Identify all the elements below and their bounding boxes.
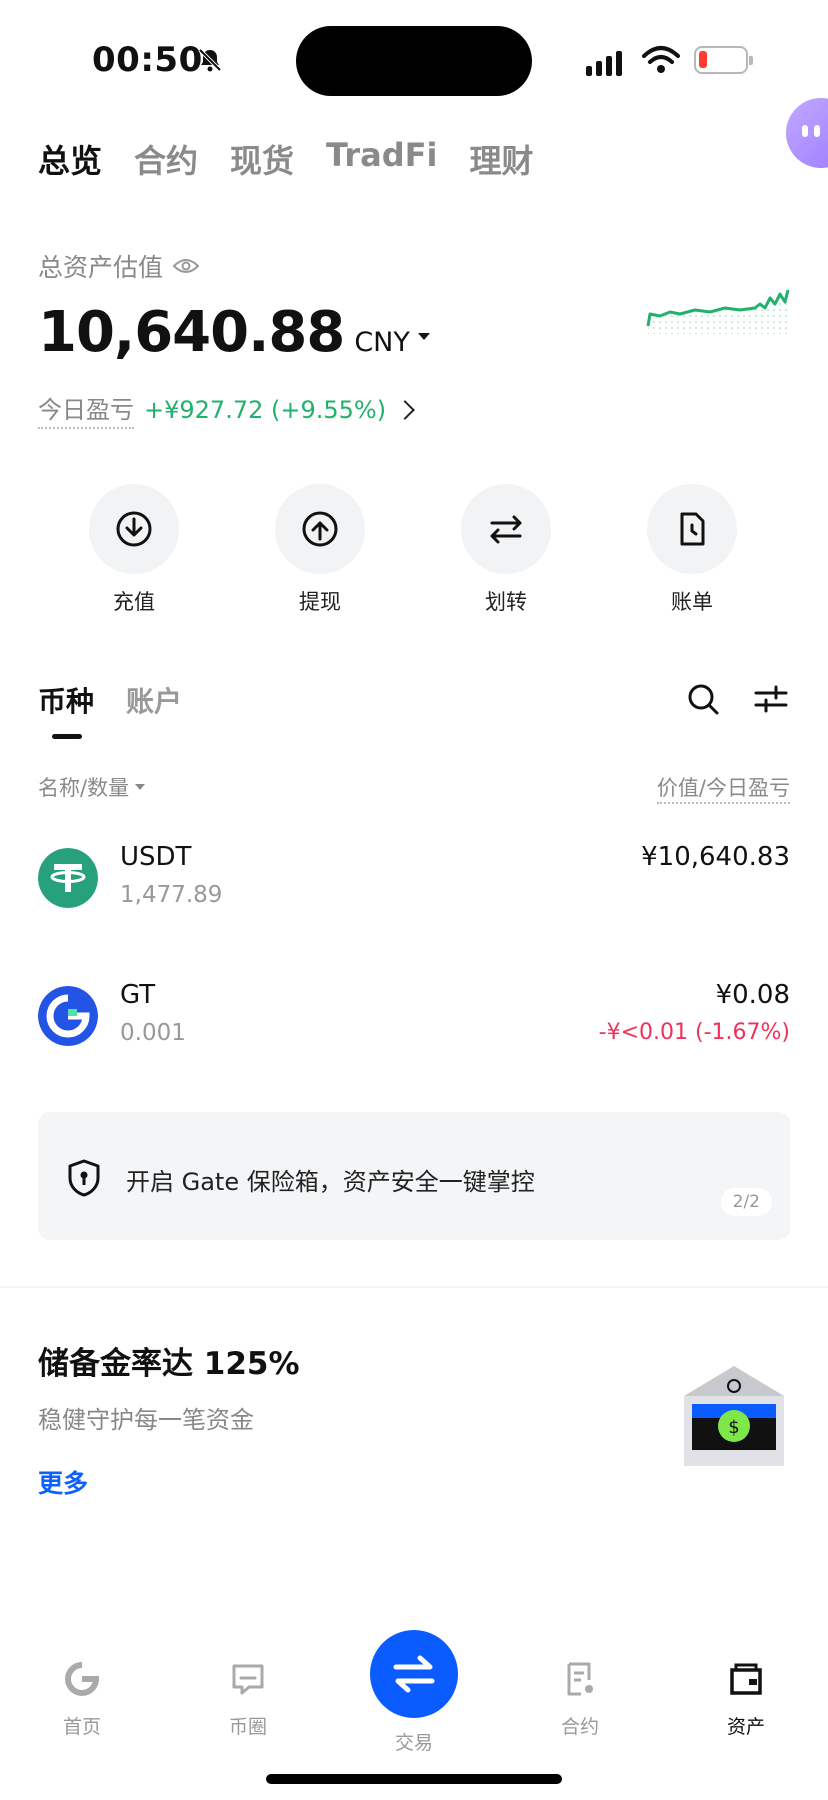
list-item-gt[interactable]: GT 0.001 ¥0.08 -¥<0.01 (-1.67%): [38, 980, 790, 1070]
total-assets-value: 10,640.88: [38, 300, 345, 365]
wallet-icon: [730, 1663, 762, 1695]
coin-quantity: 0.001: [120, 1020, 186, 1046]
tab-accounts[interactable]: 账户: [126, 680, 182, 720]
tab-coins[interactable]: 币种: [38, 680, 94, 720]
sort-value-pnl[interactable]: 价值/今日盈亏: [656, 772, 790, 804]
transfer-arrows-icon: [461, 484, 551, 574]
coin-quantity: 1,477.89: [120, 882, 223, 908]
tab-futures[interactable]: 合约: [134, 136, 198, 182]
total-assets: 10,640.88 CNY: [38, 300, 430, 365]
reserve-ratio-subtitle: 稳健守护每一笔资金: [38, 1406, 254, 1434]
chat-icon: [232, 1664, 264, 1695]
transfer-button[interactable]: 划转: [446, 484, 566, 616]
currency-selector[interactable]: CNY: [354, 327, 410, 358]
usdt-logo-icon: [38, 848, 98, 908]
withdraw-button[interactable]: 提现: [260, 484, 380, 616]
sort-name-quantity[interactable]: 名称/数量: [38, 772, 146, 802]
tab-overview[interactable]: 总览: [38, 136, 102, 182]
asset-trend-sparkline: [646, 289, 790, 334]
banner-text: 开启 Gate 保险箱，资产安全一键掌控: [126, 1168, 535, 1196]
coin-value: ¥0.08: [715, 980, 790, 1010]
status-bar: 00:50: [0, 0, 828, 110]
caret-down-icon[interactable]: [417, 333, 430, 340]
top-tabs: 总览 合约 现货 TradFi 理财: [38, 136, 533, 182]
swap-arrows-icon: [393, 1655, 435, 1693]
battery-icon: [694, 46, 753, 74]
gt-logo-icon: [38, 986, 98, 1046]
wifi-icon: [642, 46, 680, 73]
bank-vault-icon: $: [684, 1366, 784, 1466]
home-logo-icon: [65, 1662, 100, 1696]
section-divider: [0, 1286, 828, 1288]
shield-lock-icon: [68, 1159, 100, 1197]
search-icon[interactable]: [686, 682, 720, 716]
today-pnl-label: 今日盈亏: [38, 390, 134, 429]
banner-pager: 2/2: [720, 1188, 772, 1216]
svg-text:$: $: [728, 1417, 739, 1438]
download-icon: [89, 484, 179, 574]
deposit-button[interactable]: 充值: [74, 484, 194, 616]
nav-home[interactable]: 首页: [32, 1660, 132, 1739]
nav-assets[interactable]: 资产: [696, 1660, 796, 1739]
nav-community[interactable]: 币圈: [198, 1660, 298, 1739]
total-assets-label: 总资产估值: [38, 248, 200, 284]
nav-futures[interactable]: 合约: [530, 1660, 630, 1739]
tab-tradfi[interactable]: TradFi: [326, 136, 437, 182]
nav-trade-label: 交易: [394, 1732, 433, 1754]
list-item-usdt[interactable]: USDT 1,477.89 ¥10,640.83: [38, 842, 790, 932]
chevron-right-icon: [395, 399, 415, 420]
holdings-tabs: 币种 账户: [38, 680, 182, 720]
coin-pnl: -¥<0.01 (-1.67%): [598, 1020, 790, 1045]
tab-spot[interactable]: 现货: [230, 136, 294, 182]
bottom-navigation: 首页 币圈 交易 合约 资产: [0, 1630, 828, 1754]
document-clock-icon: [647, 484, 737, 574]
dynamic-island: [296, 26, 532, 96]
coin-symbol: GT: [120, 980, 156, 1010]
nav-trade-button[interactable]: [370, 1630, 458, 1718]
bell-off-icon: [198, 48, 222, 72]
coin-value: ¥10,640.83: [641, 842, 790, 872]
today-pnl[interactable]: 今日盈亏 +¥927.72 (+9.55%): [38, 390, 415, 429]
vault-promo-banner[interactable]: 开启 Gate 保险箱，资产安全一键掌控 2/2: [38, 1112, 790, 1240]
bill-button[interactable]: 账单: [632, 484, 752, 616]
today-pnl-value: +¥927.72 (+9.55%): [144, 395, 387, 424]
status-time: 00:50: [92, 40, 203, 80]
reserve-ratio-title: 储备金率达 125%: [38, 1346, 300, 1382]
contract-document-icon: [567, 1662, 593, 1696]
sort-caret-icon: [135, 784, 146, 790]
tab-earn[interactable]: 理财: [469, 136, 533, 182]
cellular-signal-icon: [586, 48, 622, 76]
home-indicator: [266, 1774, 562, 1784]
eye-icon[interactable]: [173, 257, 200, 275]
coin-symbol: USDT: [120, 842, 192, 872]
active-tab-indicator: [52, 734, 82, 739]
upload-icon: [275, 484, 365, 574]
filter-sliders-icon[interactable]: [754, 684, 788, 714]
reserve-more-link[interactable]: 更多: [38, 1464, 88, 1500]
